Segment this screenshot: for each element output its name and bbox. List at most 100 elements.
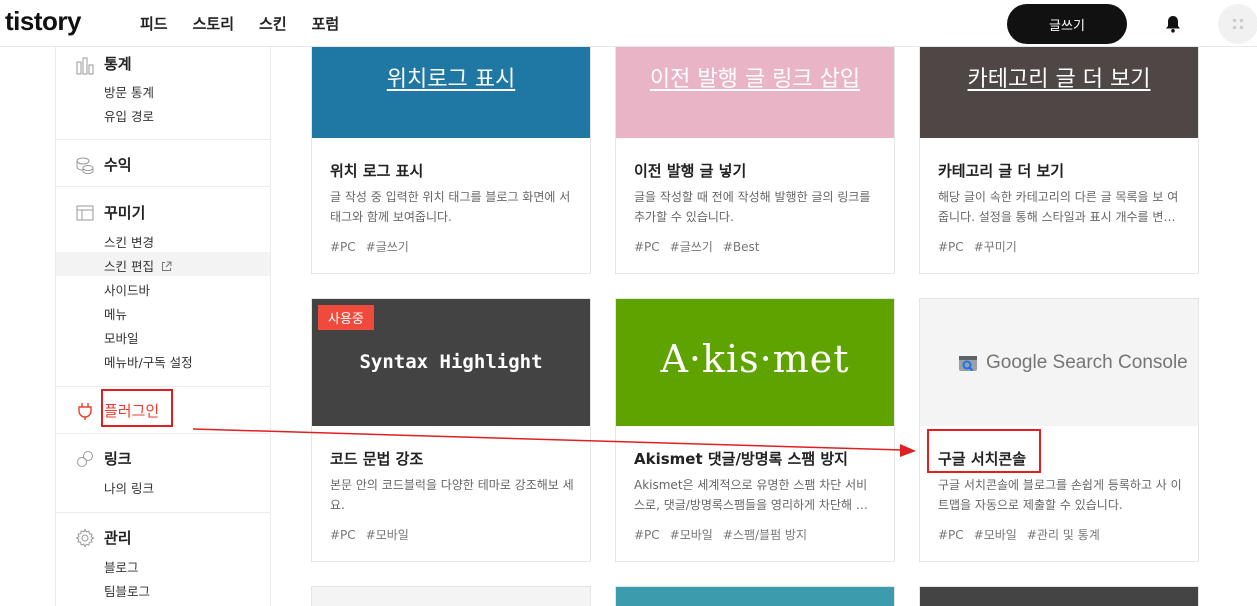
card-title: 위치 로그 표시 bbox=[330, 162, 424, 180]
tistory-plugin-page: tistory 피드 스토리 스킨 포럼 글쓰기 통계 방문 통계 유입 경로 bbox=[0, 0, 1257, 606]
tag: #PC bbox=[330, 528, 356, 542]
tag: #꾸미기 bbox=[973, 240, 1017, 254]
plug-icon bbox=[78, 403, 92, 420]
divider bbox=[56, 512, 270, 513]
layout-icon bbox=[76, 205, 94, 221]
tag: #PC bbox=[938, 240, 964, 254]
card-title: 카테고리 글 더 보기 bbox=[938, 162, 1065, 180]
annotation-highlight-box bbox=[927, 429, 1041, 473]
nav-feed[interactable]: 피드 bbox=[140, 13, 168, 34]
thumb-title: Syntax Highlight bbox=[359, 351, 543, 373]
card-title: 코드 문법 강조 bbox=[330, 450, 424, 468]
in-use-badge: 사용중 bbox=[318, 305, 374, 330]
plugin-card[interactable]: 이전 발행 글 링크 삽입 이전 발행 글 넣기 글을 작성할 때 전에 작성해… bbox=[615, 8, 895, 274]
plugin-card[interactable] bbox=[919, 586, 1199, 606]
submenu-skin-edit[interactable]: 스킨 편집 bbox=[104, 256, 172, 275]
user-avatar[interactable] bbox=[1218, 4, 1257, 44]
thumb-title: 카테고리 글 더 보기 bbox=[967, 67, 1151, 92]
menu-decorate[interactable]: 꾸미기 bbox=[56, 201, 270, 225]
plugin-card[interactable]: 사용중 Syntax Highlight 코드 문법 강조 본문 안의 코드블럭… bbox=[311, 298, 591, 562]
card-description: 구글 서치콘솔에 블로그를 손쉽게 등록하고 사 이트맵을 자동으로 제출할 수… bbox=[938, 478, 1182, 512]
tag: #Best bbox=[722, 240, 760, 254]
menu-stats-label: 통계 bbox=[104, 55, 132, 73]
nav-story[interactable]: 스토리 bbox=[193, 13, 234, 34]
card-tags: #PC #모바일 #스팸/블펌 방지 bbox=[634, 526, 817, 543]
submenu-blog[interactable]: 블로그 bbox=[104, 557, 139, 576]
card-title: Akismet 댓글/방명록 스팸 방지 bbox=[634, 450, 848, 468]
submenu-visit-stats[interactable]: 방문 통계 bbox=[104, 82, 154, 101]
write-post-button[interactable]: 글쓰기 bbox=[1007, 4, 1127, 44]
tag: #스팸/블펌 방지 bbox=[722, 528, 808, 542]
divider bbox=[56, 433, 270, 434]
card-tags: #PC #꾸미기 bbox=[938, 238, 1027, 255]
annotation-highlight-box bbox=[101, 389, 173, 427]
search-console-icon bbox=[959, 356, 977, 372]
google-search-console-logo: Google Search Console bbox=[956, 351, 1188, 375]
tag: #모바일 bbox=[669, 528, 713, 542]
main-nav: 피드 스토리 스킨 포럼 bbox=[140, 13, 339, 34]
card-thumbnail: A·kis·met bbox=[616, 299, 894, 426]
menu-link[interactable]: 링크 bbox=[56, 447, 270, 471]
card-tags: #PC #글쓰기 bbox=[330, 238, 419, 255]
submenu-menubar-subscribe[interactable]: 메뉴바/구독 설정 bbox=[104, 352, 193, 371]
gear-icon bbox=[75, 528, 95, 548]
stats-icon bbox=[76, 57, 94, 75]
submenu-my-links[interactable]: 나의 링크 bbox=[104, 478, 154, 497]
card-description: 글 작성 중 입력한 위치 태그를 블로그 화면에 서 태그와 함께 보여줍니다… bbox=[330, 190, 571, 224]
submenu-skin-edit-label: 스킨 편집 bbox=[104, 259, 154, 274]
top-header: tistory 피드 스토리 스킨 포럼 글쓰기 bbox=[0, 0, 1257, 47]
tag: #PC bbox=[634, 528, 660, 542]
menu-manage-label: 관리 bbox=[104, 529, 132, 547]
tag: #관리 및 통계 bbox=[1026, 528, 1100, 542]
card-description: 본문 안의 코드블럭을 다양한 테마로 강조해보 세요. bbox=[330, 478, 574, 512]
tag: #글쓰기 bbox=[365, 240, 409, 254]
submenu-team-blog[interactable]: 팀블로그 bbox=[104, 581, 150, 600]
plugin-card[interactable]: 카테고리 글 더 보기 카테고리 글 더 보기 해당 글이 속한 카테고리의 다… bbox=[919, 8, 1199, 274]
divider bbox=[56, 139, 270, 140]
menu-revenue-label: 수익 bbox=[104, 156, 132, 174]
menu-revenue[interactable]: 수익 bbox=[56, 153, 270, 177]
card-description: 해당 글이 속한 카테고리의 다른 글 목록을 보 여줍니다. 설정을 통해 스… bbox=[938, 190, 1179, 224]
card-title: 이전 발행 글 넣기 bbox=[634, 162, 747, 180]
divider bbox=[56, 186, 270, 187]
thumb-title: 위치로그 표시 bbox=[386, 67, 516, 92]
menu-manage[interactable]: 관리 bbox=[56, 526, 270, 550]
external-link-icon bbox=[161, 261, 172, 271]
link-icon bbox=[77, 451, 93, 467]
tag: #PC bbox=[634, 240, 660, 254]
card-description: 글을 작성할 때 전에 작성해 발행한 글의 링크를 추가할 수 있습니다. bbox=[634, 190, 871, 224]
submenu-skin-change[interactable]: 스킨 변경 bbox=[104, 232, 154, 251]
divider bbox=[56, 386, 270, 387]
plugin-card[interactable] bbox=[615, 586, 895, 606]
tag: #글쓰기 bbox=[669, 240, 713, 254]
plugin-card[interactable] bbox=[311, 586, 591, 606]
tistory-logo[interactable]: tistory bbox=[5, 6, 81, 37]
submenu-referrer[interactable]: 유입 경로 bbox=[104, 106, 154, 125]
menu-link-label: 링크 bbox=[104, 450, 132, 468]
tag: #PC bbox=[938, 528, 964, 542]
submenu-mobile[interactable]: 모바일 bbox=[104, 328, 139, 347]
card-tags: #PC #모바일 bbox=[330, 526, 419, 543]
coins-icon bbox=[76, 157, 94, 175]
tag: #모바일 bbox=[365, 528, 409, 542]
submenu-menu[interactable]: 메뉴 bbox=[104, 304, 127, 323]
thumb-title: 이전 발행 글 링크 삽입 bbox=[649, 67, 861, 92]
tag: #PC bbox=[330, 240, 356, 254]
nav-forum[interactable]: 포럼 bbox=[312, 13, 340, 34]
card-thumbnail: Google Search Console bbox=[920, 299, 1198, 426]
plugin-card[interactable]: A·kis·met Akismet 댓글/방명록 스팸 방지 Akismet은 … bbox=[615, 298, 895, 562]
plugin-card[interactable]: 위치로그 표시 위치 로그 표시 글 작성 중 입력한 위치 태그를 블로그 화… bbox=[311, 8, 591, 274]
admin-sidebar: 통계 방문 통계 유입 경로 수익 꾸미기 스킨 변경 스킨 편집 사이드바 메… bbox=[55, 47, 271, 606]
notification-bell-icon[interactable] bbox=[1163, 14, 1183, 34]
card-tags: #PC #모바일 #관리 및 통계 bbox=[938, 526, 1110, 543]
menu-stats[interactable]: 통계 bbox=[56, 52, 270, 76]
avatar-dots-icon bbox=[1231, 17, 1245, 31]
menu-decorate-label: 꾸미기 bbox=[104, 204, 146, 222]
gsc-logo-text: Google Search Console bbox=[986, 352, 1188, 373]
card-description: Akismet은 세계적으로 유명한 스팸 차단 서비 스로, 댓글/방명록스팸… bbox=[634, 478, 878, 512]
card-tags: #PC #글쓰기 #Best bbox=[634, 238, 770, 255]
nav-skin[interactable]: 스킨 bbox=[259, 13, 287, 34]
akismet-logo: A·kis·met bbox=[660, 337, 850, 381]
tag: #모바일 bbox=[973, 528, 1017, 542]
submenu-sidebar[interactable]: 사이드바 bbox=[104, 280, 150, 299]
